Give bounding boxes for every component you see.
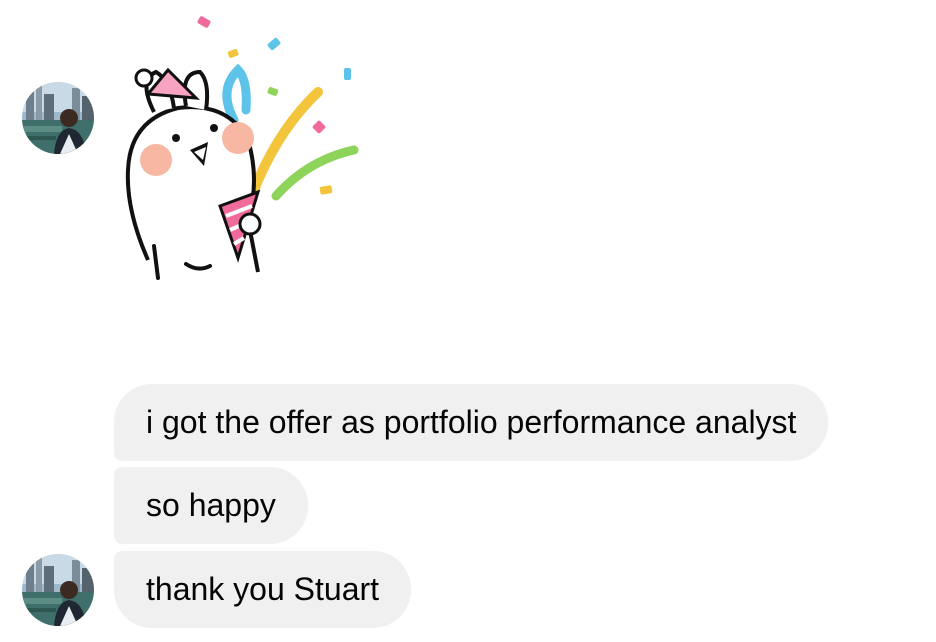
- sender-avatar[interactable]: [22, 554, 94, 626]
- message-text: so happy: [146, 487, 276, 523]
- chat-thread: i got the offer as portfolio performance…: [0, 0, 936, 642]
- message-text: thank you Stuart: [146, 571, 380, 607]
- sender-avatar[interactable]: [22, 82, 94, 154]
- user-avatar-icon: [22, 82, 94, 154]
- sticker[interactable]: [108, 10, 370, 290]
- message-bubble[interactable]: thank you Stuart: [114, 551, 412, 628]
- message-bubble[interactable]: so happy: [114, 467, 308, 544]
- user-avatar-icon: [22, 554, 94, 626]
- party-rabbit-sticker-icon: [125, 16, 359, 280]
- message-text: i got the offer as portfolio performance…: [146, 404, 797, 440]
- message-bubble[interactable]: i got the offer as portfolio performance…: [114, 384, 829, 461]
